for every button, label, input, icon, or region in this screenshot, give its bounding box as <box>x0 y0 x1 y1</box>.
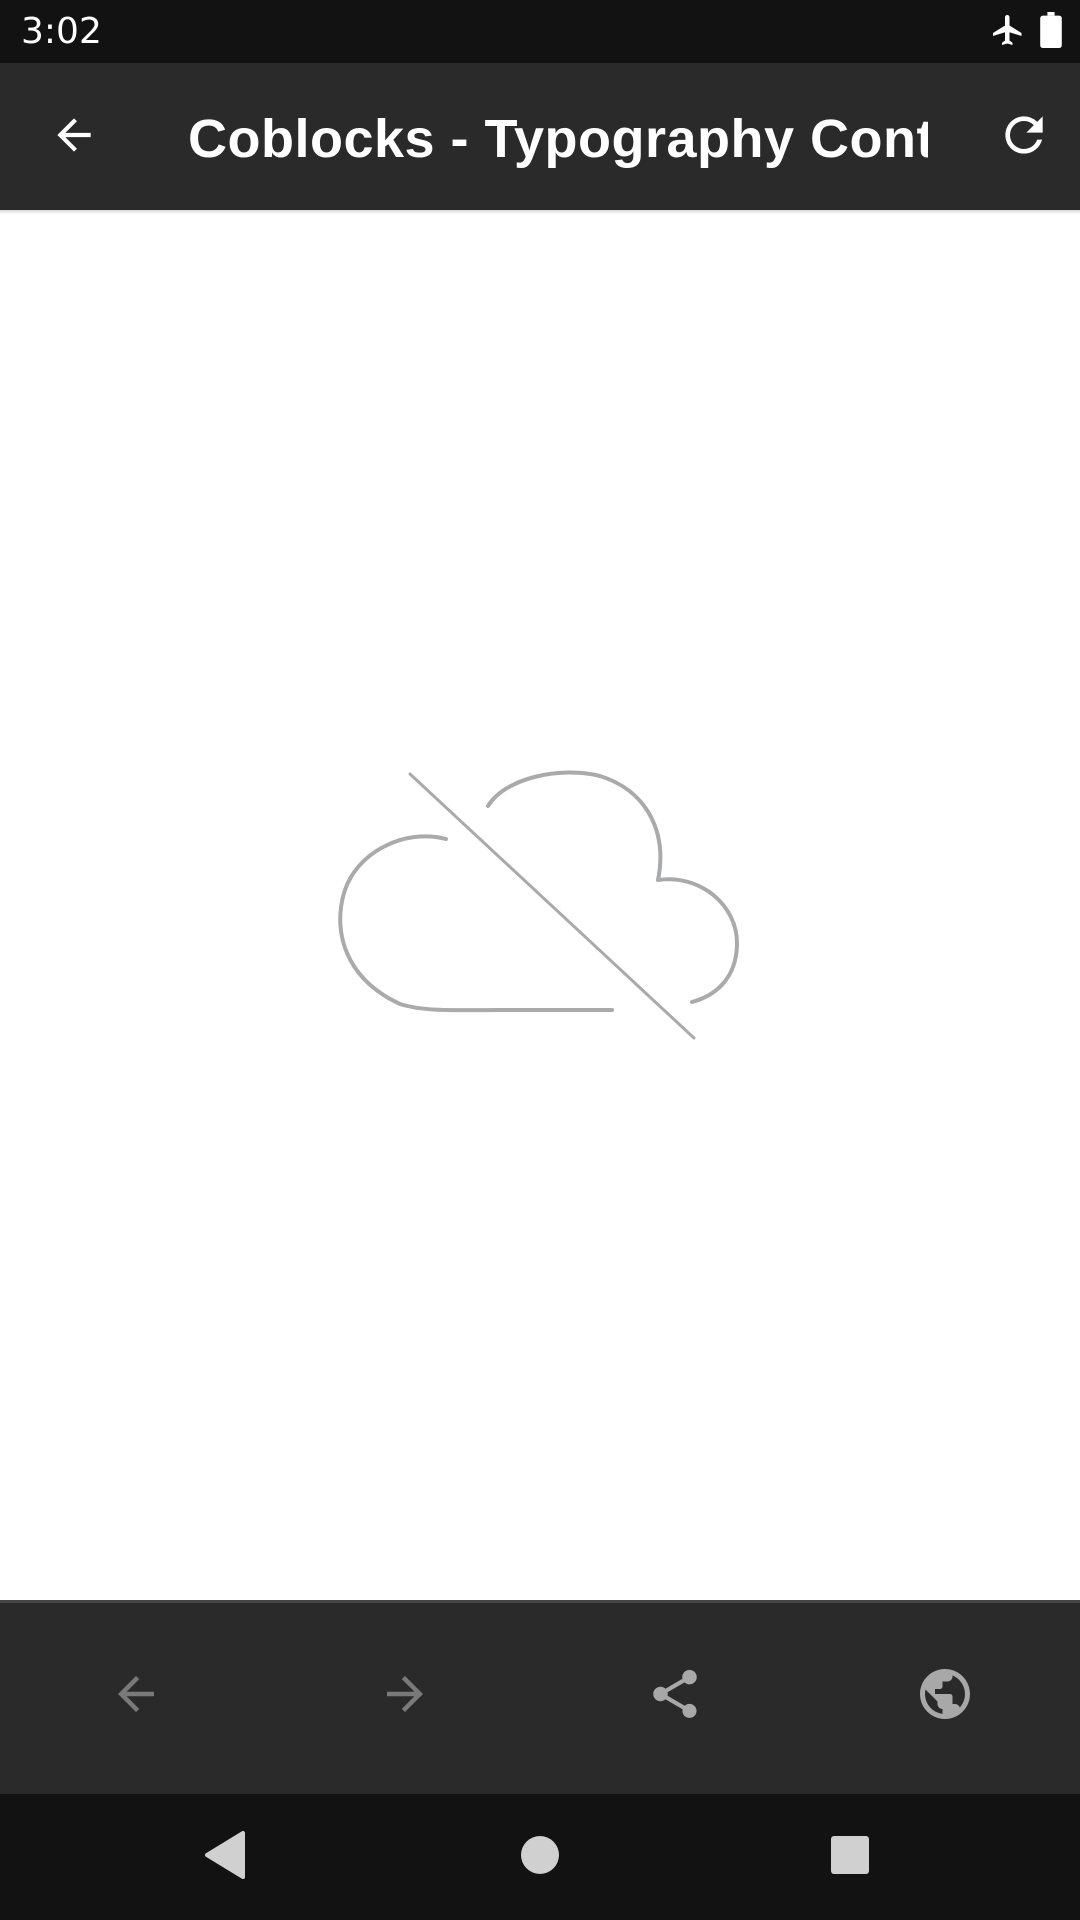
app-bar: Coblocks - Typography Cont… <box>0 63 1080 210</box>
toolbar-forward-button[interactable] <box>355 1646 455 1746</box>
status-bar: 3:02 <box>0 0 1080 63</box>
toolbar-back-button[interactable] <box>86 1646 186 1746</box>
airplane-mode-icon <box>990 12 1026 53</box>
nav-back-button[interactable] <box>185 1817 265 1897</box>
status-time: 3:02 <box>21 11 102 52</box>
arrow-back-icon <box>109 1667 163 1726</box>
nav-recents-icon <box>830 1835 870 1880</box>
arrow-back-icon <box>49 110 99 165</box>
bottom-toolbar <box>0 1600 1080 1794</box>
battery-full-icon <box>1040 11 1062 53</box>
system-nav-bar <box>0 1794 1080 1920</box>
status-icons <box>990 11 1062 53</box>
arrow-forward-icon <box>378 1667 432 1726</box>
back-button[interactable] <box>26 89 122 185</box>
page-title: Coblocks - Typography Cont… <box>188 109 928 169</box>
offline-cloud-icon <box>330 766 750 1056</box>
web-content[interactable] <box>0 214 1080 1600</box>
refresh-icon <box>996 107 1052 168</box>
toolbar-share-button[interactable] <box>625 1646 725 1746</box>
nav-home-icon <box>520 1835 560 1880</box>
share-icon <box>646 1665 704 1728</box>
open-in-browser-button[interactable] <box>895 1646 995 1746</box>
nav-back-icon <box>203 1830 247 1884</box>
globe-icon <box>915 1664 975 1729</box>
nav-recents-button[interactable] <box>810 1817 890 1897</box>
refresh-button[interactable] <box>976 89 1072 185</box>
nav-home-button[interactable] <box>500 1817 580 1897</box>
